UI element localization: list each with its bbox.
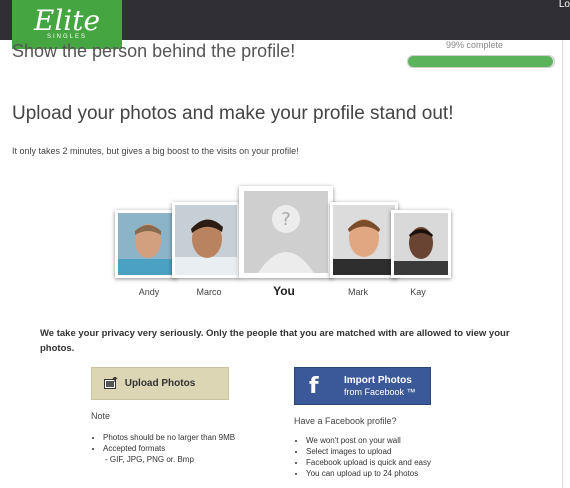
upload-button-label: Upload Photos [124, 378, 196, 389]
upload-notes-list: Photos should be no larger than 9MB Acce… [91, 432, 293, 465]
list-item: Accepted formats - GIF, JPG, PNG or. Bmp [103, 443, 293, 465]
facebook-f-icon: f [309, 374, 319, 399]
list-item: You can upload up to 24 photos [306, 468, 536, 479]
progress-fill [408, 56, 553, 67]
note-title: Note [91, 411, 111, 421]
upload-subtitle: It only takes 2 minutes, but gives a big… [12, 146, 299, 156]
import-facebook-button[interactable]: f Import Photos from Facebook ™ [294, 367, 431, 405]
photo-name-you: You [273, 284, 295, 298]
list-item: Facebook upload is quick and easy [306, 457, 536, 468]
photo-kay [391, 210, 451, 278]
photo-name-marco: Marco [196, 287, 222, 297]
accepted-formats-values: - GIF, JPG, PNG or. Bmp [105, 455, 194, 464]
list-item: We won't post on your wall [306, 435, 536, 446]
photo-you-placeholder[interactable]: ? [239, 186, 333, 278]
photo-name-andy: Andy [138, 287, 160, 297]
list-item: Select images to upload [306, 446, 536, 457]
logo-subtitle: SINGLES [46, 34, 87, 40]
facebook-button-line1: Import Photos [344, 375, 412, 386]
photo-name-mark: Mark [348, 287, 368, 297]
accepted-formats-label: Accepted formats [103, 444, 166, 453]
page-headline: Show the person behind the profile! [12, 41, 296, 61]
upload-photo-icon [104, 377, 118, 389]
upload-photos-button[interactable]: Upload Photos [91, 367, 229, 400]
privacy-notice: We take your privacy very seriously. Onl… [40, 328, 510, 354]
progress-label: 99% complete [446, 40, 504, 50]
top-bar-link[interactable]: Lo [559, 0, 570, 10]
svg-text:?: ? [281, 209, 291, 230]
profile-progress-bar [407, 55, 555, 68]
photo-mark [330, 202, 398, 278]
facebook-section-title: Have a Facebook profile? [294, 416, 397, 426]
photo-marco [172, 202, 240, 278]
photo-name-kay: Kay [410, 287, 426, 297]
upload-title: Upload your photos and make your profile… [12, 103, 454, 124]
list-item: Photos should be no larger than 9MB [103, 432, 293, 443]
facebook-button-line2: from Facebook ™ [344, 387, 416, 397]
logo-wordmark: Elite [33, 4, 101, 37]
facebook-benefits-list: We won't post on your wall Select images… [294, 435, 536, 479]
photo-andy [115, 210, 177, 278]
